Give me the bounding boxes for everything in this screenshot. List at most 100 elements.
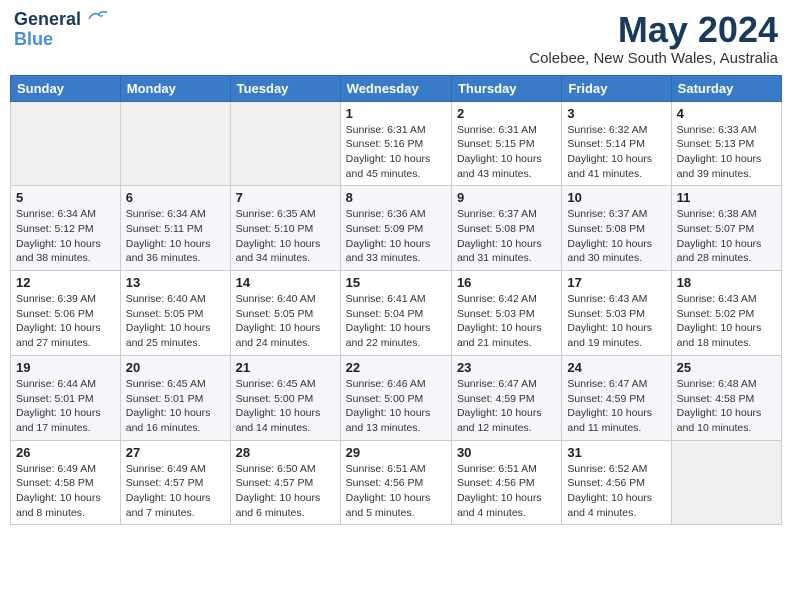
calendar-week-row: 5 Sunrise: 6:34 AM Sunset: 5:12 PM Daylig… — [11, 186, 782, 271]
calendar-cell: 25 Sunrise: 6:48 AM Sunset: 4:58 PM Dayli… — [671, 355, 781, 440]
day-info: Sunrise: 6:45 AM Sunset: 5:01 PM Dayligh… — [126, 377, 225, 436]
day-number: 26 — [16, 445, 115, 460]
day-header-monday: Monday — [120, 75, 230, 101]
calendar-cell: 15Sunrise: 6:41 AM Sunset: 5:04 PM Dayli… — [340, 271, 451, 356]
day-number: 6 — [126, 190, 225, 205]
day-number: 20 — [126, 360, 225, 375]
day-number: 3 — [567, 106, 665, 121]
calendar-cell: 30 Sunrise: 6:51 AM Sunset: 4:56 PM Dayli… — [451, 440, 561, 525]
calendar-cell: 26 Sunrise: 6:49 AM Sunset: 4:58 PM Dayli… — [11, 440, 121, 525]
calendar-cell: 17 Sunrise: 6:43 AM Sunset: 5:03 PM Dayli… — [562, 271, 671, 356]
day-number: 16 — [457, 275, 556, 290]
calendar-cell — [671, 440, 781, 525]
day-info: Sunrise: 6:34 AM Sunset: 5:11 PM Dayligh… — [126, 207, 225, 266]
day-number: 28 — [236, 445, 335, 460]
day-number: 19 — [16, 360, 115, 375]
logo-bird-icon — [88, 8, 108, 22]
day-header-thursday: Thursday — [451, 75, 561, 101]
calendar-cell: 1Sunrise: 6:31 AM Sunset: 5:16 PM Daylig… — [340, 101, 451, 186]
day-header-friday: Friday — [562, 75, 671, 101]
day-number: 5 — [16, 190, 115, 205]
calendar-cell: 13 Sunrise: 6:40 AM Sunset: 5:05 PM Dayli… — [120, 271, 230, 356]
day-header-saturday: Saturday — [671, 75, 781, 101]
day-info: Sunrise: 6:36 AM Sunset: 5:09 PM Dayligh… — [346, 207, 446, 266]
calendar-week-row: 19Sunrise: 6:44 AM Sunset: 5:01 PM Dayli… — [11, 355, 782, 440]
calendar-cell: 29 Sunrise: 6:51 AM Sunset: 4:56 PM Dayli… — [340, 440, 451, 525]
day-number: 15 — [346, 275, 446, 290]
calendar-cell: 9 Sunrise: 6:37 AM Sunset: 5:08 PM Daylig… — [451, 186, 561, 271]
day-number: 8 — [346, 190, 446, 205]
day-number: 29 — [346, 445, 446, 460]
calendar-cell: 11Sunrise: 6:38 AM Sunset: 5:07 PM Dayli… — [671, 186, 781, 271]
calendar-cell: 8 Sunrise: 6:36 AM Sunset: 5:09 PM Daylig… — [340, 186, 451, 271]
calendar-cell: 7 Sunrise: 6:35 AM Sunset: 5:10 PM Daylig… — [230, 186, 340, 271]
day-info: Sunrise: 6:43 AM Sunset: 5:02 PM Dayligh… — [677, 292, 776, 351]
day-number: 7 — [236, 190, 335, 205]
calendar-week-row: 12 Sunrise: 6:39 AM Sunset: 5:06 PM Dayli… — [11, 271, 782, 356]
day-header-wednesday: Wednesday — [340, 75, 451, 101]
day-info: Sunrise: 6:49 AM Sunset: 4:58 PM Dayligh… — [16, 462, 115, 521]
day-number: 1 — [346, 106, 446, 121]
day-info: Sunrise: 6:48 AM Sunset: 4:58 PM Dayligh… — [677, 377, 776, 436]
day-number: 11 — [677, 190, 776, 205]
day-info: Sunrise: 6:45 AM Sunset: 5:00 PM Dayligh… — [236, 377, 335, 436]
calendar-cell: 3Sunrise: 6:32 AM Sunset: 5:14 PM Daylig… — [562, 101, 671, 186]
logo-blue: Blue — [14, 30, 53, 48]
day-info: Sunrise: 6:49 AM Sunset: 4:57 PM Dayligh… — [126, 462, 225, 521]
day-header-sunday: Sunday — [11, 75, 121, 101]
day-number: 4 — [677, 106, 776, 121]
day-info: Sunrise: 6:40 AM Sunset: 5:05 PM Dayligh… — [126, 292, 225, 351]
day-number: 9 — [457, 190, 556, 205]
day-number: 31 — [567, 445, 665, 460]
day-info: Sunrise: 6:50 AM Sunset: 4:57 PM Dayligh… — [236, 462, 335, 521]
day-info: Sunrise: 6:35 AM Sunset: 5:10 PM Dayligh… — [236, 207, 335, 266]
day-number: 30 — [457, 445, 556, 460]
day-number: 12 — [16, 275, 115, 290]
calendar-cell — [120, 101, 230, 186]
day-info: Sunrise: 6:31 AM Sunset: 5:15 PM Dayligh… — [457, 123, 556, 182]
calendar-cell: 22Sunrise: 6:46 AM Sunset: 5:00 PM Dayli… — [340, 355, 451, 440]
day-info: Sunrise: 6:39 AM Sunset: 5:06 PM Dayligh… — [16, 292, 115, 351]
calendar-cell: 23 Sunrise: 6:47 AM Sunset: 4:59 PM Dayli… — [451, 355, 561, 440]
calendar-week-row: 26 Sunrise: 6:49 AM Sunset: 4:58 PM Dayli… — [11, 440, 782, 525]
calendar-cell: 5 Sunrise: 6:34 AM Sunset: 5:12 PM Daylig… — [11, 186, 121, 271]
day-info: Sunrise: 6:37 AM Sunset: 5:08 PM Dayligh… — [567, 207, 665, 266]
day-number: 21 — [236, 360, 335, 375]
calendar-cell — [230, 101, 340, 186]
subtitle: Colebee, New South Wales, Australia — [529, 50, 778, 67]
calendar-cell: 18 Sunrise: 6:43 AM Sunset: 5:02 PM Dayli… — [671, 271, 781, 356]
day-info: Sunrise: 6:47 AM Sunset: 4:59 PM Dayligh… — [457, 377, 556, 436]
calendar-week-row: 1Sunrise: 6:31 AM Sunset: 5:16 PM Daylig… — [11, 101, 782, 186]
main-title: May 2024 — [529, 10, 778, 50]
page-header: General Blue May 2024 Colebee, New South… — [10, 10, 782, 67]
calendar-cell — [11, 101, 121, 186]
calendar-cell: 27Sunrise: 6:49 AM Sunset: 4:57 PM Dayli… — [120, 440, 230, 525]
calendar-cell: 20 Sunrise: 6:45 AM Sunset: 5:01 PM Dayli… — [120, 355, 230, 440]
day-number: 18 — [677, 275, 776, 290]
logo-general: General — [14, 9, 81, 29]
calendar-table: SundayMondayTuesdayWednesdayThursdayFrid… — [10, 75, 782, 526]
day-number: 17 — [567, 275, 665, 290]
calendar-cell: 16 Sunrise: 6:42 AM Sunset: 5:03 PM Dayli… — [451, 271, 561, 356]
day-number: 24 — [567, 360, 665, 375]
calendar-cell: 2Sunrise: 6:31 AM Sunset: 5:15 PM Daylig… — [451, 101, 561, 186]
day-info: Sunrise: 6:43 AM Sunset: 5:03 PM Dayligh… — [567, 292, 665, 351]
day-info: Sunrise: 6:42 AM Sunset: 5:03 PM Dayligh… — [457, 292, 556, 351]
calendar-cell: 4Sunrise: 6:33 AM Sunset: 5:13 PM Daylig… — [671, 101, 781, 186]
day-info: Sunrise: 6:51 AM Sunset: 4:56 PM Dayligh… — [346, 462, 446, 521]
day-number: 13 — [126, 275, 225, 290]
day-info: Sunrise: 6:46 AM Sunset: 5:00 PM Dayligh… — [346, 377, 446, 436]
calendar-cell: 28 Sunrise: 6:50 AM Sunset: 4:57 PM Dayli… — [230, 440, 340, 525]
day-number: 25 — [677, 360, 776, 375]
calendar-cell: 24Sunrise: 6:47 AM Sunset: 4:59 PM Dayli… — [562, 355, 671, 440]
day-info: Sunrise: 6:51 AM Sunset: 4:56 PM Dayligh… — [457, 462, 556, 521]
calendar-cell: 12 Sunrise: 6:39 AM Sunset: 5:06 PM Dayli… — [11, 271, 121, 356]
calendar-cell: 6 Sunrise: 6:34 AM Sunset: 5:11 PM Daylig… — [120, 186, 230, 271]
day-number: 23 — [457, 360, 556, 375]
calendar-header-row: SundayMondayTuesdayWednesdayThursdayFrid… — [11, 75, 782, 101]
calendar-cell: 19Sunrise: 6:44 AM Sunset: 5:01 PM Dayli… — [11, 355, 121, 440]
calendar-cell: 31Sunrise: 6:52 AM Sunset: 4:56 PM Dayli… — [562, 440, 671, 525]
day-number: 14 — [236, 275, 335, 290]
day-info: Sunrise: 6:34 AM Sunset: 5:12 PM Dayligh… — [16, 207, 115, 266]
day-info: Sunrise: 6:37 AM Sunset: 5:08 PM Dayligh… — [457, 207, 556, 266]
